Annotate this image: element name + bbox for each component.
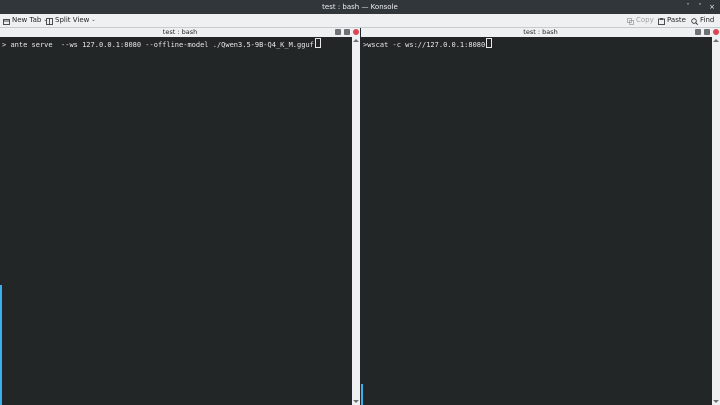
close-button[interactable]: ×: [706, 0, 718, 14]
minimize-button[interactable]: ˇ: [682, 0, 694, 14]
paste-label: Paste: [667, 16, 686, 24]
copy-icon: [627, 17, 634, 25]
pane-header: test : bash: [361, 28, 720, 37]
scroll-down-icon[interactable]: [353, 400, 359, 403]
terminal-pane-right[interactable]: test : bash >wscat -c ws://127.0.0.1:808…: [361, 28, 720, 405]
expand-pane-icon[interactable]: [704, 29, 710, 35]
split-view-icon: [46, 17, 53, 25]
window-title: test : bash — Konsole: [322, 3, 398, 11]
new-tab-label: New Tab: [12, 16, 42, 24]
scrollbar[interactable]: [352, 37, 360, 405]
text-cursor: [314, 38, 321, 48]
new-tab-icon: [3, 17, 10, 25]
command-text: ante serve --ws 127.0.0.1:8080 --offline…: [10, 41, 314, 49]
paste-button[interactable]: Paste: [658, 14, 686, 27]
scrollbar[interactable]: [712, 37, 720, 405]
maximize-button[interactable]: ˆ: [694, 0, 706, 14]
focus-indicator: [361, 384, 363, 405]
paste-icon: [658, 17, 665, 25]
expand-pane-icon[interactable]: [344, 29, 350, 35]
toolbar: New Tab ⌄ Split View ⌄ Copy Paste Find: [0, 14, 720, 28]
split-pane-icon[interactable]: [335, 29, 341, 35]
pane-title: test : bash: [523, 28, 558, 36]
split-pane-icon[interactable]: [695, 29, 701, 35]
new-tab-button[interactable]: New Tab ⌄: [3, 14, 48, 27]
close-pane-icon[interactable]: [713, 29, 719, 35]
split-view-label: Split View: [55, 16, 90, 24]
copy-label: Copy: [636, 16, 654, 24]
terminal-output[interactable]: > ante serve --ws 127.0.0.1:8080 --offli…: [0, 37, 352, 405]
text-cursor: [486, 38, 493, 48]
focus-indicator: [0, 285, 2, 405]
split-view-button[interactable]: Split View ⌄: [46, 14, 96, 27]
chevron-down-icon: ⌄: [91, 17, 96, 23]
close-pane-icon[interactable]: [353, 29, 359, 35]
search-icon: [691, 17, 699, 26]
find-label: Find: [700, 16, 715, 24]
copy-button[interactable]: Copy: [627, 14, 654, 27]
terminal-pane-left[interactable]: test : bash > ante serve --ws 127.0.0.1:…: [0, 28, 360, 405]
window-titlebar: test : bash — Konsole: [0, 0, 720, 14]
scroll-up-icon[interactable]: [713, 39, 719, 42]
command-text: wscat -c ws://127.0.0.1:8080: [367, 41, 486, 49]
pane-header: test : bash: [0, 28, 360, 37]
find-button[interactable]: Find: [691, 14, 714, 27]
terminal-output[interactable]: >wscat -c ws://127.0.0.1:8080: [361, 37, 712, 405]
pane-title: test : bash: [162, 28, 198, 36]
scroll-down-icon[interactable]: [713, 400, 719, 403]
scroll-up-icon[interactable]: [353, 39, 359, 42]
